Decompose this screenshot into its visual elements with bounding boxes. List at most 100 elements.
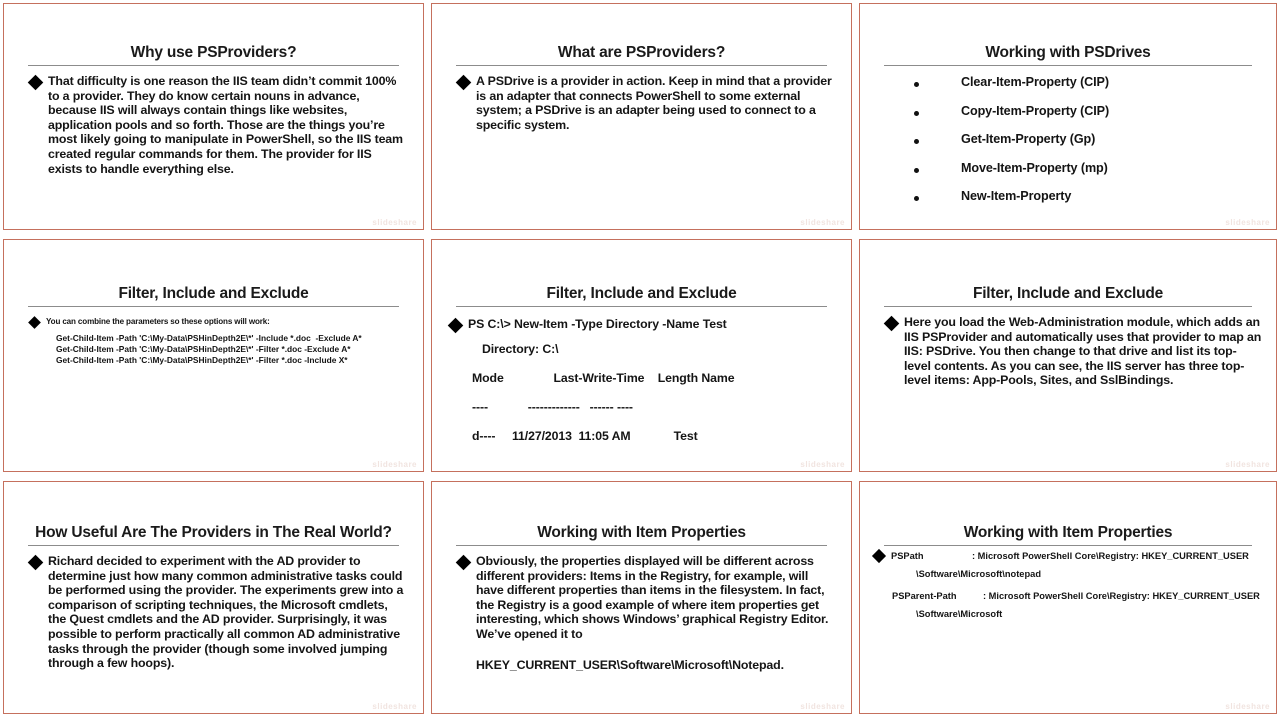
- title-divider: [28, 306, 399, 307]
- bullet-text: Richard decided to experiment with the A…: [48, 554, 404, 671]
- list-item-label: Copy-Item-Property (CIP): [961, 103, 1110, 118]
- slide-cell-2: What are PSProviders? A PSDrive is a pro…: [428, 0, 856, 236]
- dot-bullet-icon: [914, 110, 919, 116]
- property-name: PSPath: [891, 551, 924, 561]
- code-block: Get-Child-Item -Path 'C:\My-Data\PSHinDe…: [56, 333, 362, 365]
- watermark: slideshare: [800, 702, 845, 711]
- slide-cell-3: Working with PSDrives Clear-Item-Propert…: [856, 0, 1281, 236]
- dot-bullet-icon: [914, 196, 919, 201]
- slide-working-with-psdrives[interactable]: Working with PSDrives Clear-Item-Propert…: [859, 3, 1277, 230]
- title-divider: [884, 306, 1252, 307]
- slide-title: Filter, Include and Exclude: [118, 285, 309, 302]
- diamond-bullet-icon: [447, 317, 464, 334]
- slide-cell-4: Filter, Include and Exclude You can comb…: [0, 236, 428, 478]
- title-divider: [456, 65, 827, 66]
- slide-working-with-item-properties-1[interactable]: Working with Item Properties Obviously, …: [431, 481, 852, 714]
- diamond-bullet-icon: [455, 554, 472, 571]
- bullet-item: Obviously, the properties displayed will…: [455, 554, 837, 642]
- list-item: Copy-Item-Property (CIP): [874, 104, 1262, 118]
- slide-title: Why use PSProviders?: [130, 44, 297, 61]
- cmdlet-list: Clear-Item-Property (CIP) Copy-Item-Prop…: [874, 75, 1262, 203]
- slide-cell-9: Working with Item Properties PSPath : Mi…: [856, 478, 1281, 720]
- title-divider: [456, 306, 827, 307]
- bullet-item: That difficulty is one reason the IIS te…: [27, 74, 409, 176]
- slide-title: Working with Item Properties: [963, 524, 1173, 541]
- list-item: Clear-Item-Property (CIP): [874, 75, 1262, 89]
- bullet-item: You can combine the parameters so these …: [28, 316, 409, 329]
- bullet-text: Here you load the Web-Administration mod…: [904, 315, 1262, 388]
- title-divider: [456, 545, 827, 546]
- slide-filter-include-exclude-1[interactable]: Filter, Include and Exclude You can comb…: [3, 239, 424, 472]
- list-item: Get-Item-Property (Gp): [874, 132, 1262, 146]
- watermark: slideshare: [1225, 460, 1270, 469]
- console-line: Mode Last-Write-Time Length Name: [472, 371, 735, 385]
- property-continuation: \Software\Microsoft: [916, 609, 1003, 619]
- slide-why-use-psproviders[interactable]: Why use PSProviders? That difficulty is …: [3, 3, 424, 230]
- property-name: PSParent-Path: [892, 591, 957, 601]
- slide-filter-include-exclude-3[interactable]: Filter, Include and Exclude Here you loa…: [859, 239, 1277, 472]
- list-item-label: Move-Item-Property (mp): [961, 160, 1108, 175]
- bullet-text: That difficulty is one reason the IIS te…: [48, 74, 403, 176]
- slide-what-are-psproviders[interactable]: What are PSProviders? A PSDrive is a pro…: [431, 3, 852, 230]
- watermark: slideshare: [372, 218, 417, 227]
- diamond-bullet-icon: [455, 74, 472, 91]
- diamond-bullet-icon: [871, 548, 887, 564]
- watermark: slideshare: [1225, 702, 1270, 711]
- list-item-label: New-Item-Property: [961, 189, 1072, 203]
- slide-cell-1: Why use PSProviders? That difficulty is …: [0, 0, 428, 236]
- list-item-label: Clear-Item-Property (CIP): [961, 75, 1109, 89]
- list-item: Move-Item-Property (mp): [874, 161, 1262, 175]
- bullet-text: You can combine the parameters so these …: [46, 317, 270, 326]
- bullet-text: A PSDrive is a provider in action. Keep …: [476, 74, 832, 132]
- console-line: Directory: C:\: [472, 342, 559, 356]
- property-list: PSPath : Microsoft PowerShell Core\Regis…: [871, 548, 1262, 620]
- diamond-bullet-icon: [27, 554, 44, 571]
- command-text: PS C:\> New-Item -Type Directory -Name T…: [468, 317, 727, 331]
- title-divider: [884, 65, 1252, 66]
- bullet-text: Obviously, the properties displayed will…: [476, 554, 829, 641]
- list-item-label: Get-Item-Property (Gp): [961, 132, 1096, 146]
- slide-working-with-item-properties-2[interactable]: Working with Item Properties PSPath : Mi…: [859, 481, 1277, 714]
- slide-title: Working with Item Properties: [537, 524, 746, 541]
- property-row: PSParent-Path : Microsoft PowerShell Cor…: [874, 590, 1262, 602]
- slide-cell-8: Working with Item Properties Obviously, …: [428, 478, 856, 720]
- property-value: : Microsoft PowerShell Core\Registry: HK…: [983, 591, 1260, 601]
- diamond-bullet-icon: [27, 74, 44, 91]
- slide-grid: Why use PSProviders? That difficulty is …: [0, 0, 1281, 720]
- console-line: ---- ------------- ------ ----: [472, 400, 633, 414]
- dot-bullet-icon: [914, 139, 919, 144]
- bullet-item: A PSDrive is a provider in action. Keep …: [455, 74, 837, 132]
- bullet-item: Richard decided to experiment with the A…: [27, 554, 409, 671]
- watermark: slideshare: [800, 460, 845, 469]
- slide-filter-include-exclude-2[interactable]: Filter, Include and Exclude PS C:\> New-…: [431, 239, 852, 472]
- watermark: slideshare: [1225, 218, 1270, 227]
- dot-bullet-icon: [914, 82, 919, 87]
- registry-path-text: HKEY_CURRENT_USER\Software\Microsoft\Not…: [476, 657, 784, 672]
- title-divider: [28, 545, 399, 546]
- dot-bullet-icon: [914, 167, 919, 173]
- watermark: slideshare: [800, 218, 845, 227]
- title-divider: [884, 545, 1252, 546]
- slide-title: What are PSProviders?: [557, 44, 726, 61]
- bullet-item: Here you load the Web-Administration mod…: [883, 315, 1262, 388]
- bullet-item: PS C:\> New-Item -Type Directory -Name T…: [447, 317, 837, 334]
- property-continuation: \Software\Microsoft\notepad: [916, 569, 1041, 579]
- slide-cell-6: Filter, Include and Exclude Here you loa…: [856, 236, 1281, 478]
- slide-cell-5: Filter, Include and Exclude PS C:\> New-…: [428, 236, 856, 478]
- slide-how-useful-providers[interactable]: How Useful Are The Providers in The Real…: [3, 481, 424, 714]
- slide-title: Filter, Include and Exclude: [546, 285, 737, 302]
- property-value: : Microsoft PowerShell Core\Registry: HK…: [972, 551, 1249, 561]
- console-output: Directory: C:\ Mode Last-Write-Time Leng…: [450, 342, 837, 443]
- console-line: d---- 11/27/2013 11:05 AM Test: [472, 429, 698, 443]
- list-item: New-Item-Property: [874, 189, 1262, 203]
- slide-title: Filter, Include and Exclude: [972, 285, 1164, 302]
- slide-cell-7: How Useful Are The Providers in The Real…: [0, 478, 428, 720]
- diamond-bullet-icon: [883, 315, 900, 332]
- slide-title: Working with PSDrives: [985, 44, 1151, 61]
- slide-title: How Useful Are The Providers in The Real…: [35, 524, 392, 541]
- property-row: PSPath : Microsoft PowerShell Core\Regis…: [871, 548, 1262, 564]
- watermark: slideshare: [372, 460, 417, 469]
- title-divider: [28, 65, 399, 66]
- diamond-bullet-icon: [28, 316, 41, 329]
- watermark: slideshare: [372, 702, 417, 711]
